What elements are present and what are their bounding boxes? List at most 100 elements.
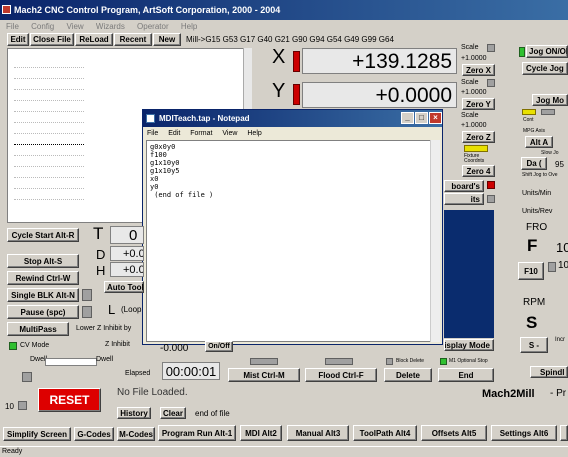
close-file-button[interactable]: Close File (30, 33, 74, 46)
mist-button[interactable]: Mist Ctrl-M (228, 368, 300, 382)
rewind-button[interactable]: Rewind Ctrl-W (7, 271, 79, 285)
scale-y-value[interactable]: +1.0000 (461, 89, 487, 96)
f10-value[interactable]: 10 (558, 260, 568, 271)
f10-button[interactable]: F10 (518, 262, 544, 280)
da-button[interactable]: Da ( (521, 157, 547, 170)
flood-button[interactable]: Flood Ctrl-F (305, 368, 377, 382)
gcode-line-current (14, 134, 84, 145)
reset-count: 10 (5, 402, 14, 411)
s-minus-button[interactable]: S - (520, 337, 548, 353)
menu-help[interactable]: Help (181, 22, 197, 31)
reset-button[interactable]: RESET (38, 388, 101, 412)
zero-z-button[interactable]: Zero Z (462, 131, 495, 143)
brand-suffix: - Pr (550, 388, 567, 399)
dwell-label-2: Dwell (96, 356, 114, 363)
clear-button[interactable]: Clear (160, 407, 186, 419)
menu-bar: File Config View Wizards Operator Help (0, 20, 568, 34)
new-button[interactable]: New (153, 33, 181, 46)
slow-jog-label: Slow Jo (541, 150, 559, 156)
cont-led (522, 109, 536, 115)
toolpath-display[interactable] (444, 210, 494, 338)
jog-on-off-button[interactable]: Jog ON/OFF (526, 45, 568, 58)
menu-view[interactable]: View (66, 22, 83, 31)
menu-wizards[interactable]: Wizards (96, 22, 125, 31)
tab-manual[interactable]: Manual Alt3 (287, 425, 349, 441)
gcode-line (14, 101, 84, 112)
zero-x-button[interactable]: Zero X (462, 64, 495, 76)
pause-button[interactable]: Pause (spc) (7, 305, 79, 319)
cv-mode-led (9, 342, 17, 350)
status-bar: Ready (0, 446, 568, 456)
notepad-icon (146, 114, 155, 123)
notepad-window[interactable]: MDITeach.tap - Notepad _ □ × File Edit F… (142, 109, 443, 345)
multipass-button[interactable]: MultiPass (7, 322, 69, 336)
scale-z-value[interactable]: +1.0000 (461, 122, 487, 129)
edit-button[interactable]: Edit (7, 33, 29, 46)
step-led (541, 109, 555, 115)
tab-more[interactable] (560, 425, 568, 441)
tab-m-codes[interactable]: M-Codes (117, 427, 155, 441)
notepad-titlebar[interactable]: MDITeach.tap - Notepad _ □ × (143, 110, 442, 127)
display-mode-button[interactable]: isplay Mode (444, 339, 494, 351)
jog-mode-button[interactable]: Jog Mo (532, 94, 568, 106)
single-block-button[interactable]: Single BLK Alt-N (7, 288, 79, 302)
notepad-menu-edit[interactable]: Edit (168, 130, 180, 137)
limits-button[interactable]: its (444, 193, 484, 205)
notepad-menu: File Edit Format View Help (143, 127, 442, 140)
delete-button[interactable]: Delete (384, 368, 432, 382)
close-icon[interactable]: × (429, 112, 442, 124)
recent-button[interactable]: Recent (114, 33, 152, 46)
f-value[interactable]: 10 (556, 240, 568, 255)
z-inhibit-value[interactable]: -0.000 (160, 343, 188, 354)
tab-mdi[interactable]: MDI Alt2 (240, 425, 282, 441)
y-dro[interactable]: +0.0000 (302, 82, 457, 108)
x-axis-label: X (272, 46, 286, 68)
d-dro[interactable]: +0.0 (110, 246, 144, 261)
keyboard-button[interactable]: board's (444, 180, 484, 192)
file-loaded-label: No File Loaded. (117, 387, 188, 398)
scale-x-value[interactable]: +1.0000 (461, 55, 487, 62)
notepad-menu-format[interactable]: Format (190, 130, 212, 137)
gcode-line (14, 167, 84, 178)
tab-toolpath[interactable]: ToolPath Alt4 (353, 425, 417, 441)
spindle-button[interactable]: Spindl (530, 366, 568, 378)
gcode-line (14, 79, 84, 90)
loop-label: (Loop (121, 305, 142, 314)
notepad-menu-view[interactable]: View (222, 130, 237, 137)
tab-settings[interactable]: Settings Alt6 (491, 425, 557, 441)
auto-tool-button[interactable]: Auto Tool (104, 281, 144, 293)
flood-led (325, 358, 353, 365)
incr-label: Incr (555, 337, 566, 343)
t-dro[interactable]: 0 (110, 226, 144, 244)
stop-button[interactable]: Stop Alt-S (7, 254, 79, 268)
tab-simplify-screen[interactable]: Simplify Screen (3, 427, 71, 441)
notepad-scrollbar[interactable] (430, 140, 440, 342)
tab-offsets[interactable]: Offsets Alt5 (421, 425, 487, 441)
end-button[interactable]: End (438, 368, 494, 382)
z-inhibit-label: Z Inhibit (105, 341, 130, 348)
menu-operator[interactable]: Operator (137, 22, 169, 31)
notepad-text-area[interactable]: g0x0y0 f100 g1x10y0 g1x10y5 x0 y0 (end o… (146, 140, 432, 342)
history-button[interactable]: History (117, 407, 151, 419)
zero-y-button[interactable]: Zero Y (462, 98, 495, 110)
zero-4-button[interactable]: Zero 4 (462, 165, 495, 177)
notepad-menu-file[interactable]: File (147, 130, 158, 137)
scale-x-led (487, 44, 495, 52)
brand-label: Mach2Mill (482, 388, 535, 400)
slow-jog-value[interactable]: 95 (555, 160, 564, 169)
h-dro[interactable]: +0.0 (110, 262, 144, 277)
cycle-jog-button[interactable]: Cycle Jog (522, 62, 568, 75)
scale-label-x: Scale (461, 44, 479, 51)
menu-file[interactable]: File (6, 22, 19, 31)
notepad-menu-help[interactable]: Help (247, 130, 261, 137)
reload-button[interactable]: ReLoad (75, 33, 113, 46)
x-dro[interactable]: +139.1285 (302, 48, 457, 74)
tab-g-codes[interactable]: G-Codes (74, 427, 114, 441)
z-inhibit-onoff-button[interactable]: On/Off (205, 341, 233, 352)
minimize-icon[interactable]: _ (401, 112, 414, 124)
alt-a-button[interactable]: Alt A (525, 136, 553, 148)
menu-config[interactable]: Config (31, 22, 54, 31)
tab-program-run[interactable]: Program Run Alt-1 (158, 425, 236, 441)
cycle-start-button[interactable]: Cycle Start Alt-R (7, 228, 79, 242)
maximize-icon[interactable]: □ (415, 112, 428, 124)
